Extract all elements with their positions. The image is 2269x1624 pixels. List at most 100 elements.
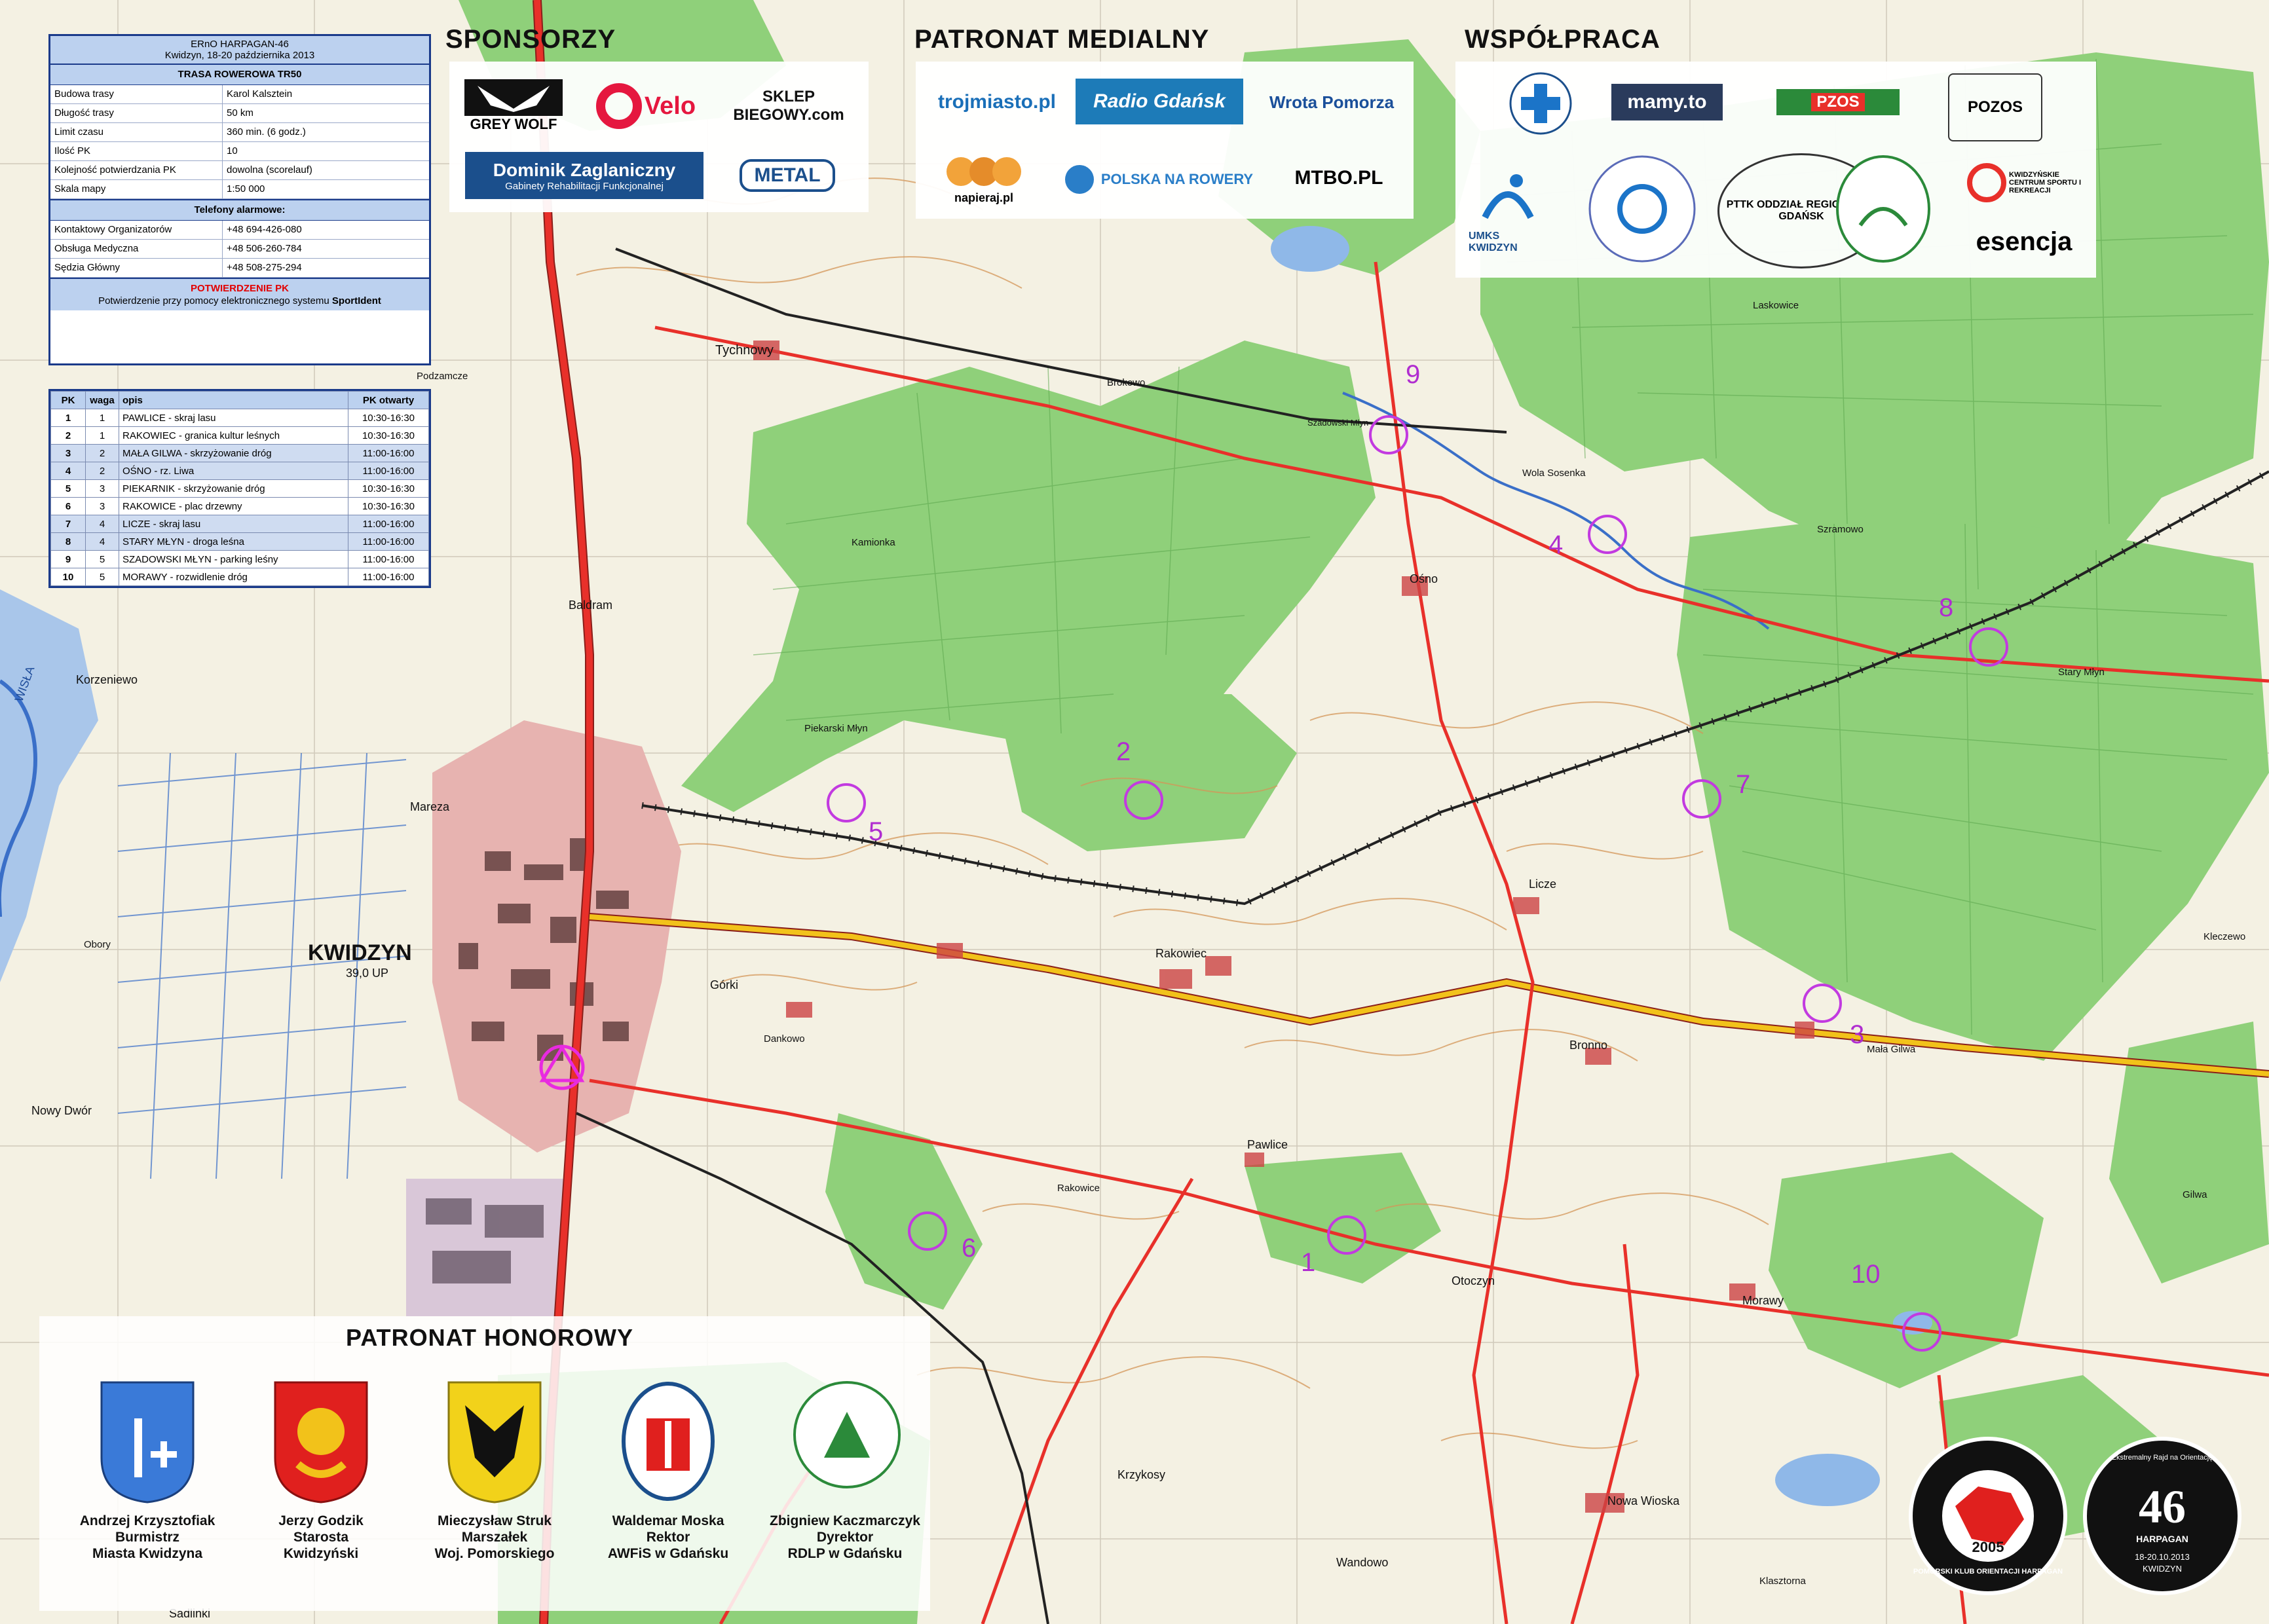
- phone-row: Sędzia Główny +48 508-275-294: [50, 259, 429, 278]
- sklep-biegowy-logo: SKLEP BIEGOWY.com: [733, 88, 844, 124]
- phone-row: Kontaktowy Organizatorów +48 694-426-080: [50, 221, 429, 240]
- patron-5: Zbigniew Kaczmarczyk Dyrektor RDLP w Gdańs…: [770, 1513, 920, 1561]
- confirm-text: Potwierdzenie przy pomocy elektroniczneg…: [98, 295, 381, 306]
- checkpoint-label-9: 9: [1406, 360, 1421, 389]
- table-row: 10 5 MORAWY - rozwidlenie dróg 11:00-16:00: [50, 568, 429, 586]
- place-laskowice: Laskowice: [1753, 300, 1799, 311]
- kcsir-icon: [1967, 163, 2006, 202]
- place-stary-mlyn: Stary Młyn: [2058, 667, 2105, 678]
- patron-1: Andrzej Krzysztofiak Burmistrz Miasta Kwid…: [79, 1513, 216, 1561]
- table-row: 1 1 PAWLICE - skraj lasu 10:30-16:30: [50, 409, 429, 427]
- place-morawy: Morawy: [1742, 1294, 1784, 1307]
- cooperation-title: WSPÓŁPRACA: [1465, 25, 1660, 54]
- checkpoint-label-1: 1: [1301, 1248, 1316, 1277]
- info-row: Ilość PK 10: [50, 142, 429, 161]
- place-kwidzyn: KWIDZYN: [308, 940, 412, 965]
- place-brokowo: Brokowo: [1107, 377, 1146, 388]
- confirm-box: POTWIERDZENIE PK Potwierdzenie przy pomo…: [50, 278, 429, 310]
- checkpoint-table: PK waga opis PK otwarty 1 1 PAWLICE - skra…: [48, 389, 431, 588]
- club-badge: 2005 POMORSKI KLUB ORIENTACJI HARPAGAN: [1909, 1437, 2067, 1595]
- checkpoint-label-5: 5: [869, 817, 884, 846]
- table-row: 7 4 LICZE - skraj lasu 11:00-16:00: [50, 515, 429, 533]
- table-row: 5 3 PIEKARNIK - skrzyżowanie dróg 10:30-16:…: [50, 479, 429, 498]
- kwidzyn-city-crest-icon: [100, 1381, 195, 1504]
- radio-gdansk-logo: Radio Gdańsk: [1076, 79, 1243, 124]
- honorary-panel: PATRONAT HONOROWY Andrzej Krzysztofiak Bu…: [39, 1316, 930, 1611]
- event-badge-city: KWIDZYN: [2143, 1564, 2182, 1574]
- awfis-crest-icon: [622, 1382, 715, 1501]
- checkpoint-label-10: 10: [1851, 1260, 1881, 1289]
- patron-2: Jerzy Godzik Starosta Kwidzyński: [278, 1513, 364, 1561]
- place-mala-gilwa: Mała Gilwa: [1867, 1044, 1916, 1055]
- trojmiasto-logo: trojmiasto.pl: [937, 91, 1056, 113]
- checkpoint-label-2: 2: [1116, 737, 1131, 766]
- place-szadowski-mlyn: Szadowski Młyn: [1307, 418, 1369, 428]
- event-badge: Ekstremalny Rajd na Orientację 46 HARPAG…: [2083, 1437, 2241, 1595]
- honorary-title: PATRONAT HONOROWY: [346, 1324, 633, 1351]
- place-obory: Obory: [84, 939, 111, 950]
- place-mareza: Mareza: [410, 800, 450, 813]
- checkpoint-label-7: 7: [1736, 770, 1751, 799]
- table-row: 8 4 STARY MŁYN - droga leśna 11:00-16:00: [50, 532, 429, 551]
- place-tychnowy: Tychnowy: [715, 343, 774, 358]
- checkpoint-label-4: 4: [1548, 530, 1564, 559]
- sponsors-panel: GREY WOLF Velo SKLEP BIEGOWY.com Dominik…: [449, 62, 869, 212]
- event-badge-number: 46: [2139, 1481, 2186, 1533]
- event-badge-title: HARPAGAN: [2136, 1534, 2188, 1544]
- runners-icon: [947, 157, 1021, 186]
- lake: [1775, 1454, 1880, 1506]
- greywolf-logo: GREY WOLF: [459, 73, 569, 139]
- info-row: Budowa trasy Karol Kalsztein: [50, 85, 429, 104]
- place-pawlice: Pawlice: [1247, 1138, 1288, 1151]
- zaglaniczny-logo: Dominik Zaglaniczny Gabinety Rehabilitac…: [465, 152, 703, 199]
- kwidzyn-county-crest-icon: [274, 1381, 368, 1504]
- sponsors-title: SPONSORZY: [445, 25, 616, 54]
- place-nowa-wioska: Nowa Wioska: [1607, 1494, 1680, 1507]
- info-row: Długość trasy 50 km: [50, 104, 429, 123]
- nadlesnictwo-badge-icon: [1836, 155, 1930, 263]
- mtbo-logo: MTBO.PL: [1294, 167, 1383, 189]
- table-row: 4 2 OŚNO - rz. Liwa 11:00-16:00: [50, 462, 429, 480]
- napieraj-logo: napieraj.pl: [925, 147, 1043, 210]
- media-title: PATRONAT MEDIALNY: [914, 25, 1210, 54]
- cooperation-panel: mamy.to PZOS POZOS UMKS KWIDZYN PTTK ODD…: [1455, 62, 2096, 278]
- table-row: 6 3 RAKOWICE - plac drzewny 10:30-16:30: [50, 497, 429, 515]
- table-header-row: PK waga opis PK otwarty: [50, 391, 429, 409]
- kcsir-logo: KWIDZYŃSKIE CENTRUM SPORTU I REKREACJI: [1959, 153, 2090, 212]
- place-kwidzyn-population: 39,0 UP: [346, 967, 389, 980]
- velo-logo: Velo: [587, 73, 705, 139]
- table-row: 3 2 MAŁA GILWA - skrzyżowanie dróg 11:00-16…: [50, 444, 429, 462]
- event-title: ERnO HARPAGAN-46: [191, 39, 289, 50]
- media-panel: trojmiasto.pl Radio Gdańsk Wrota Pomorza…: [916, 62, 1414, 219]
- place-krzykosy: Krzykosy: [1117, 1468, 1166, 1481]
- metal-logo: METAL: [722, 152, 853, 199]
- event-badge-dates: 18-20.10.2013: [2135, 1552, 2190, 1562]
- event-badge-prefix: Ekstremalny Rajd na Orientację: [2111, 1454, 2213, 1462]
- pzos-logo: PZOS: [1776, 89, 1900, 115]
- place-rakowice: Rakowice: [1057, 1183, 1100, 1194]
- club-year: 2005: [1972, 1539, 2004, 1555]
- place-dankowo: Dankowo: [764, 1033, 805, 1044]
- lake: [1271, 226, 1349, 272]
- mamy-to-logo: mamy.to: [1611, 84, 1723, 120]
- place-gilwa: Gilwa: [2183, 1189, 2207, 1200]
- medical-cross-icon: [1509, 72, 1572, 135]
- place-osno: Ośno: [1410, 572, 1438, 585]
- place-rakowiec: Rakowiec: [1155, 947, 1207, 960]
- velo-ring-icon: [595, 83, 642, 129]
- place-otoczyn: Otoczyn: [1452, 1274, 1495, 1287]
- checkpoint-label-8: 8: [1939, 593, 1954, 622]
- table-row: 9 5 SZADOWSKI MŁYN - parking leśny 11:00-16…: [50, 550, 429, 568]
- patron-4: Waldemar Moska Rektor AWFiS w Gdańsku: [607, 1513, 729, 1561]
- info-row: Kolejność potwierdzania PK dowolna (score…: [50, 161, 429, 180]
- phone-row: Obsługa Medyczna +48 506-260-784: [50, 240, 429, 259]
- route-title: TRASA ROWEROWA TR50: [50, 65, 429, 85]
- place-baldram: Baldram: [569, 599, 613, 612]
- place-szramowo: Szramowo: [1817, 524, 1864, 535]
- place-wandowo: Wandowo: [1336, 1556, 1389, 1569]
- phones-title: Telefony alarmowe:: [50, 199, 429, 221]
- athlete-icon: [1482, 174, 1534, 219]
- place-klasztorna: Klasztorna: [1759, 1576, 1806, 1587]
- umks-logo: UMKS KWIDZYN: [1469, 157, 1547, 262]
- lasy-panstwowe-logo-icon: [793, 1381, 901, 1488]
